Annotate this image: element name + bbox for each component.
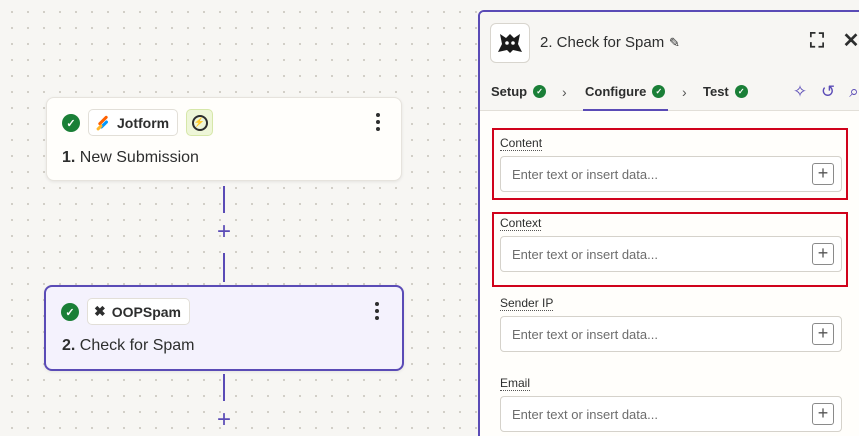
jotform-logo-icon [95, 114, 111, 131]
pencil-icon[interactable]: ✎ [669, 35, 683, 50]
workflow-canvas[interactable]: ✓ Jotform ⚡ 1. New Submission + ✓ ✖ OOPS… [0, 0, 478, 436]
tab-label: Setup [491, 84, 528, 99]
kebab-menu-icon[interactable] [370, 111, 386, 133]
step-card-action[interactable]: ✓ ✖ OOPSpam 2. Check for Spam [44, 285, 404, 371]
step-tabs: Setup ✓ › Configure ✓ › Test ✓ ✧ ↺ ⌕ [480, 74, 859, 111]
check-circle-icon: ✓ [533, 85, 547, 98]
ai-sparkle-icon[interactable]: ✧ [790, 82, 810, 102]
search-icon[interactable]: ⌕ [844, 82, 859, 102]
step-title: 1. New Submission [62, 149, 199, 167]
input-placeholder: Enter text or insert data... [512, 327, 658, 342]
input-placeholder: Enter text or insert data... [512, 247, 658, 262]
input-placeholder: Enter text or insert data... [512, 167, 658, 182]
input-placeholder: Enter text or insert data... [512, 407, 658, 422]
app-name: Jotform [117, 114, 170, 131]
add-icon[interactable]: + [812, 243, 834, 265]
step-name: Check for Spam [79, 337, 195, 354]
close-icon[interactable]: ✕ [840, 30, 859, 52]
step-editor-panel: 2. Check for Spam ✎ ⛶ ✕ Setup ✓ › Config… [478, 10, 859, 436]
content-input[interactable]: Enter text or insert data... + [500, 156, 842, 192]
tab-label: Configure [585, 84, 647, 99]
email-input[interactable]: Enter text or insert data... + [500, 396, 842, 432]
app-name: OOPSpam [111, 303, 181, 320]
chevron-right-icon: › [682, 84, 687, 100]
tab-test[interactable]: Test ✓ [703, 84, 748, 99]
connector-line [223, 186, 225, 213]
step-title: 2. Check for Spam [62, 337, 195, 355]
panel-header: 2. Check for Spam ✎ ⛶ ✕ [480, 12, 859, 74]
expand-icon[interactable]: ⛶ [806, 30, 828, 52]
trigger-bolt-icon: ⚡ [191, 114, 208, 131]
panel-title[interactable]: 2. Check for Spam [540, 34, 664, 51]
app-pill-jotform: Jotform [88, 109, 179, 136]
sender-ip-input[interactable]: Enter text or insert data... + [500, 316, 842, 352]
check-circle-icon: ✓ [62, 114, 80, 132]
app-pill-oopspam: ✖ OOPSpam [87, 298, 190, 325]
add-icon[interactable]: + [812, 403, 834, 425]
active-tab-indicator [583, 109, 668, 111]
oopspam-logo-icon: ✖ [94, 303, 106, 319]
tab-setup[interactable]: Setup ✓ [491, 84, 547, 99]
field-label-email: Email [500, 376, 531, 391]
add-icon[interactable]: + [812, 323, 834, 345]
check-circle-icon: ✓ [61, 303, 79, 321]
add-step-button[interactable]: + [214, 220, 234, 244]
chevron-right-icon: › [562, 84, 567, 100]
context-input[interactable]: Enter text or insert data... + [500, 236, 842, 272]
tab-label: Test [703, 84, 729, 99]
trigger-badge: ⚡ [186, 109, 213, 136]
connector-line [223, 374, 225, 401]
kebab-menu-icon[interactable] [369, 300, 385, 322]
check-circle-icon: ✓ [652, 85, 666, 98]
step-card-trigger[interactable]: ✓ Jotform ⚡ 1. New Submission [46, 97, 402, 181]
add-icon[interactable]: + [812, 163, 834, 185]
field-label-content: Content [500, 136, 543, 151]
undo-icon[interactable]: ↺ [818, 82, 838, 102]
step-number: 1. [62, 149, 76, 166]
add-step-button[interactable]: + [214, 408, 234, 432]
step-number: 2. [62, 337, 76, 354]
oopspam-logo-icon [490, 23, 530, 63]
field-label-sender-ip: Sender IP [500, 296, 554, 311]
tab-configure[interactable]: Configure ✓ [585, 84, 666, 99]
field-label-context: Context [500, 216, 542, 231]
connector-line [223, 253, 225, 282]
check-circle-icon: ✓ [734, 85, 748, 98]
step-name: New Submission [79, 149, 199, 166]
